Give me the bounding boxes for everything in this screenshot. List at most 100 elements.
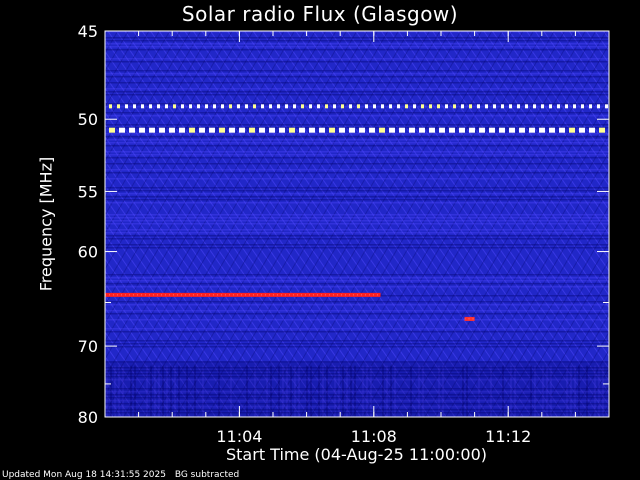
y-tick-label: 70	[78, 337, 98, 356]
interference-dash	[413, 104, 416, 109]
frequency-band	[105, 94, 609, 96]
interference-dash	[139, 127, 145, 133]
interference-dash	[157, 104, 160, 109]
y-tick-label: 55	[78, 182, 98, 201]
frequency-band	[105, 196, 609, 198]
interference-dash	[249, 127, 255, 133]
x-tick-label: 11:08	[351, 427, 397, 446]
frequency-band	[105, 145, 609, 147]
frequency-band	[105, 163, 609, 165]
frequency-band	[105, 220, 609, 222]
frequency-band	[105, 199, 609, 201]
interference-dash	[509, 104, 512, 109]
interference-dash	[259, 127, 265, 133]
frequency-band	[105, 61, 609, 63]
frequency-band	[105, 40, 609, 42]
interference-dash	[165, 104, 168, 109]
interference-dash	[453, 104, 456, 109]
interference-dash	[499, 127, 505, 133]
interference-dash	[501, 104, 504, 109]
frequency-band	[105, 277, 609, 279]
interference-dash	[299, 127, 305, 133]
footer: Updated Mon Aug 18 14:31:55 2025 BG subt…	[2, 470, 239, 480]
y-axis-label: Frequency [MHz]	[36, 156, 56, 292]
interference-dash	[557, 104, 560, 109]
interference-dash	[239, 127, 245, 133]
interference-dash	[289, 127, 295, 133]
interference-dash	[429, 104, 432, 109]
frequency-band	[105, 154, 609, 156]
interference-dash	[549, 127, 555, 133]
interference-dash	[369, 127, 375, 133]
interference-dash	[279, 127, 285, 133]
interference-dash	[301, 104, 304, 109]
frequency-band	[105, 172, 609, 174]
interference-dash	[509, 127, 515, 133]
interference-dash	[445, 104, 448, 109]
interference-dash	[173, 104, 176, 109]
interference-dash	[333, 104, 336, 109]
frequency-band	[105, 91, 609, 93]
interference-dash	[379, 127, 385, 133]
frequency-band	[105, 103, 609, 105]
interference-dash	[389, 127, 395, 133]
interference-dash	[517, 104, 520, 109]
frequency-band	[105, 112, 609, 114]
frequency-band	[105, 73, 609, 75]
y-tick-label: 50	[78, 110, 98, 129]
interference-dash	[197, 104, 200, 109]
interference-dash	[597, 104, 600, 109]
x-tick-label: 11:12	[485, 427, 531, 446]
frequency-band	[105, 340, 609, 342]
frequency-band	[105, 310, 609, 312]
interference-dash	[549, 104, 552, 109]
bg-note: BG subtracted	[174, 470, 240, 480]
frequency-band	[105, 247, 609, 249]
interference-dash	[405, 104, 408, 109]
frequency-band	[105, 319, 609, 321]
interference-dash	[605, 104, 608, 109]
spectrogram-plot-area	[105, 31, 609, 417]
frequency-band	[105, 151, 609, 153]
interference-dash	[149, 127, 155, 133]
frequency-band	[105, 124, 609, 126]
frequency-band	[105, 169, 609, 171]
interference-dash	[269, 104, 272, 109]
interference-dash	[569, 127, 575, 133]
interference-dash	[533, 104, 536, 109]
interference-dash	[581, 104, 584, 109]
low-band-shade	[105, 361, 609, 417]
interference-dash	[269, 127, 275, 133]
interference-dash	[181, 104, 184, 109]
interference-dash	[309, 127, 315, 133]
frequency-band	[105, 244, 609, 246]
interference-dash	[149, 104, 152, 109]
interference-dash	[373, 104, 376, 109]
interference-dash	[421, 104, 424, 109]
interference-dash	[409, 127, 415, 133]
frequency-band	[105, 214, 609, 216]
interference-dash	[437, 104, 440, 109]
interference-dash	[565, 104, 568, 109]
frequency-band	[105, 343, 609, 345]
frequency-band	[105, 229, 609, 231]
interference-dash	[133, 104, 136, 109]
frequency-band	[105, 235, 609, 237]
interference-dash	[399, 127, 405, 133]
frequency-band	[105, 139, 609, 141]
frequency-band	[105, 136, 609, 138]
interference-dash	[381, 104, 384, 109]
interference-dash	[141, 104, 144, 109]
interference-dash	[213, 104, 216, 109]
spectrogram-chart: 45 50 55 60 70 80 11:04 11:08 11:12	[78, 22, 610, 446]
y-tick-label: 60	[78, 243, 98, 262]
frequency-band	[105, 313, 609, 315]
frequency-band	[105, 238, 609, 240]
interference-dash	[325, 104, 328, 109]
interference-dash	[485, 104, 488, 109]
frequency-band	[105, 88, 609, 90]
interference-dash	[559, 127, 565, 133]
frequency-band	[105, 178, 609, 180]
frequency-band	[105, 202, 609, 204]
interference-dash	[349, 127, 355, 133]
